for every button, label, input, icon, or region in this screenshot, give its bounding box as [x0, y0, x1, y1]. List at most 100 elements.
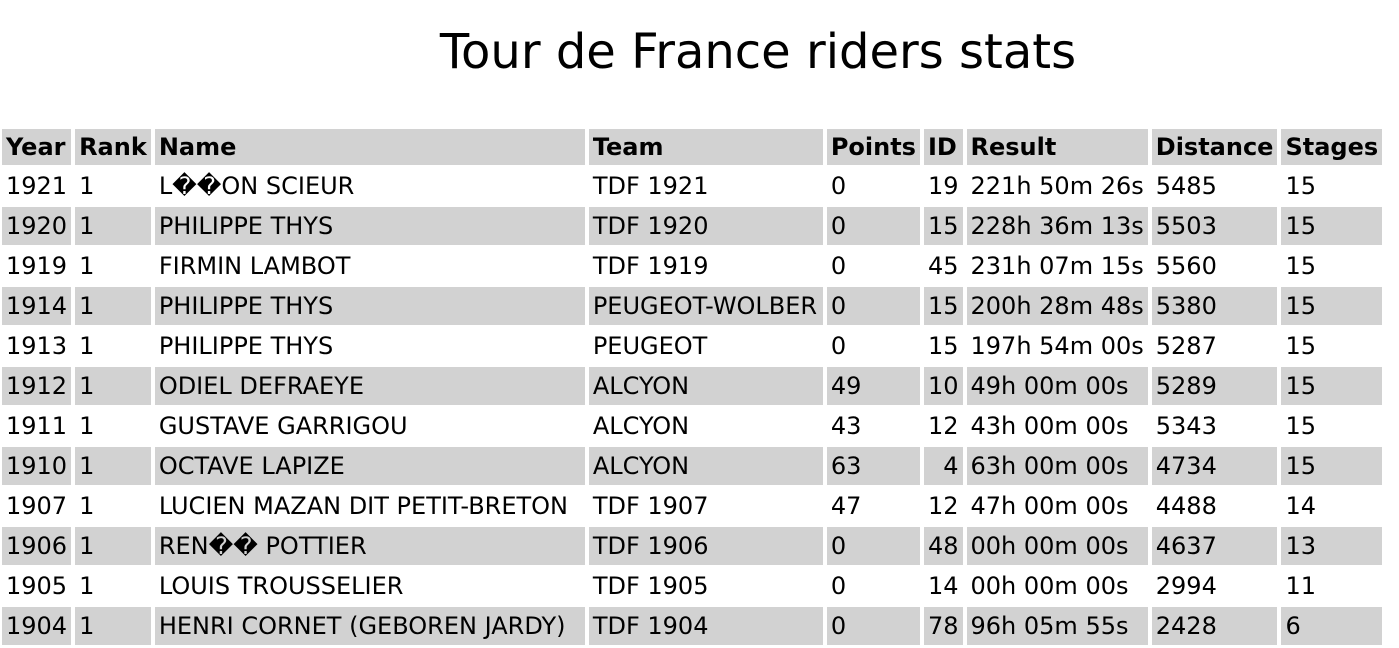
cell-rank: 1 [79, 492, 95, 520]
cell-rank: 1 [79, 332, 95, 360]
cell-stages: 15 [1285, 332, 1317, 360]
header-points: Points [826, 129, 920, 165]
cell-id: 10 [923, 367, 963, 405]
cell-stages: 15 [1285, 252, 1317, 280]
table-row: 1914 1 PHILIPPE THYS PEUGEOT-WOLBER 0 15 200h … [2, 287, 1383, 325]
table-row: 1913 1 PHILIPPE THYS PEUGEOT 0 15 197h 54m 00s… [2, 327, 1382, 365]
cell-distance: 2428 [1151, 607, 1278, 645]
cell-id: 12 [927, 412, 959, 440]
cell-year: 1910 [2, 447, 72, 485]
table-header-row: Year Rank Name Team Points ID Result Dis… [2, 129, 1383, 165]
cell-points: 0 [830, 172, 847, 200]
cell-year: 1906 [2, 527, 72, 565]
cell-rank: 1 [75, 447, 151, 485]
header-year: Year [2, 129, 72, 165]
cell-rank: 1 [79, 252, 95, 280]
header-rank: Rank [75, 129, 151, 165]
cell-year: 1921 [6, 172, 68, 200]
cell-stages: 15 [1281, 207, 1383, 245]
table-row: 1910 1 OCTAVE LAPIZE ALCYON 63 4 63h 00m 00s 47… [2, 447, 1383, 485]
cell-distance: 4637 [1151, 527, 1278, 565]
cell-distance: 5560 [1155, 252, 1217, 280]
cell-name: FIRMIN LAMBOT [158, 252, 351, 280]
cell-id: 15 [923, 287, 963, 325]
cell-year: 1913 [6, 332, 68, 360]
cell-year: 1919 [6, 252, 68, 280]
cell-id: 48 [923, 527, 963, 565]
cell-points: 0 [830, 332, 847, 360]
cell-rank: 1 [75, 207, 151, 245]
table-row: 1911 1 GUSTAVE GARRIGOU ALCYON 43 12 43h 00m 0… [2, 407, 1382, 445]
cell-stages: 15 [1285, 412, 1317, 440]
cell-team: TDF 1905 [592, 572, 709, 600]
cell-id: 15 [927, 332, 959, 360]
cell-rank: 1 [79, 172, 95, 200]
cell-name: REN�� POTTIER [154, 527, 585, 565]
cell-points: 0 [826, 207, 920, 245]
cell-stages: 13 [1281, 527, 1383, 565]
cell-result: 47h 00m 00s [970, 492, 1129, 520]
cell-points: 43 [830, 412, 862, 440]
cell-name: PHILIPPE THYS [158, 332, 334, 360]
table-row: 1904 1 HENRI CORNET (GEBOREN JARDY) TDF 190… [2, 607, 1383, 645]
cell-id: 78 [923, 607, 963, 645]
cell-points: 0 [830, 252, 847, 280]
cell-rank: 1 [79, 572, 95, 600]
cell-result: 00h 00m 00s [970, 572, 1129, 600]
page-title: Tour de France riders stats [439, 24, 1077, 80]
cell-name: PHILIPPE THYS [154, 287, 585, 325]
cell-team: PEUGEOT-WOLBER [588, 287, 823, 325]
cell-rank: 1 [79, 412, 95, 440]
cell-team: ALCYON [588, 367, 823, 405]
cell-stages: 11 [1285, 572, 1317, 600]
cell-id: 14 [927, 572, 959, 600]
cell-distance: 5503 [1151, 207, 1278, 245]
cell-name: PHILIPPE THYS [154, 207, 585, 245]
cell-name: LUCIEN MAZAN DIT PETIT-BRETON [158, 492, 568, 520]
cell-result: 00h 00m 00s [966, 527, 1148, 565]
cell-stages: 14 [1285, 492, 1317, 520]
table-row: 1907 1 LUCIEN MAZAN DIT PETIT-BRETON TDF 19… [2, 487, 1382, 525]
cell-points: 49 [826, 367, 920, 405]
cell-id: 15 [923, 207, 963, 245]
cell-name: GUSTAVE GARRIGOU [158, 412, 408, 440]
cell-stages: 15 [1281, 447, 1383, 485]
cell-rank: 1 [75, 527, 151, 565]
cell-year: 1912 [2, 367, 72, 405]
cell-id: 4 [923, 447, 963, 485]
cell-name: LOUIS TROUSSELIER [158, 572, 404, 600]
cell-distance: 4734 [1151, 447, 1278, 485]
cell-team: ALCYON [592, 412, 690, 440]
cell-distance: 5343 [1155, 412, 1217, 440]
cell-result: 200h 28m 48s [966, 287, 1148, 325]
cell-stages: 15 [1285, 172, 1317, 200]
cell-result: 49h 00m 00s [966, 367, 1148, 405]
cell-rank: 1 [75, 367, 151, 405]
header-id: ID [923, 129, 963, 165]
cell-year: 1904 [2, 607, 72, 645]
table-row: 1921 1 L��ON SCIEUR TDF 1921 0 19 221h 50m 26s… [2, 167, 1382, 205]
cell-name: L��ON SCIEUR [158, 172, 355, 200]
cell-id: 45 [927, 252, 959, 280]
cell-id: 12 [927, 492, 959, 520]
cell-year: 1905 [6, 572, 68, 600]
cell-stages: 6 [1281, 607, 1383, 645]
cell-team: TDF 1907 [592, 492, 709, 520]
cell-distance: 5289 [1151, 367, 1278, 405]
table-row: 1905 1 LOUIS TROUSSELIER TDF 1905 0 14 00h 00m… [2, 567, 1382, 605]
cell-result: 63h 00m 00s [966, 447, 1148, 485]
cell-result: 96h 05m 55s [966, 607, 1148, 645]
header-name: Name [154, 129, 585, 165]
cell-points: 63 [826, 447, 920, 485]
header-stages: Stages [1281, 129, 1383, 165]
cell-points: 0 [826, 527, 920, 565]
header-distance: Distance [1151, 129, 1278, 165]
cell-result: 231h 07m 15s [970, 252, 1144, 280]
cell-stages: 15 [1281, 287, 1383, 325]
table-row: 1906 1 REN�� POTTIER TDF 1906 0 48 00h 00m 00s… [2, 527, 1383, 565]
cell-year: 1914 [2, 287, 72, 325]
riders-table: Year Rank Name Team Points ID Result Dis… [0, 127, 1386, 647]
cell-result: 197h 54m 00s [970, 332, 1144, 360]
cell-year: 1907 [6, 492, 68, 520]
cell-team: TDF 1919 [592, 252, 709, 280]
